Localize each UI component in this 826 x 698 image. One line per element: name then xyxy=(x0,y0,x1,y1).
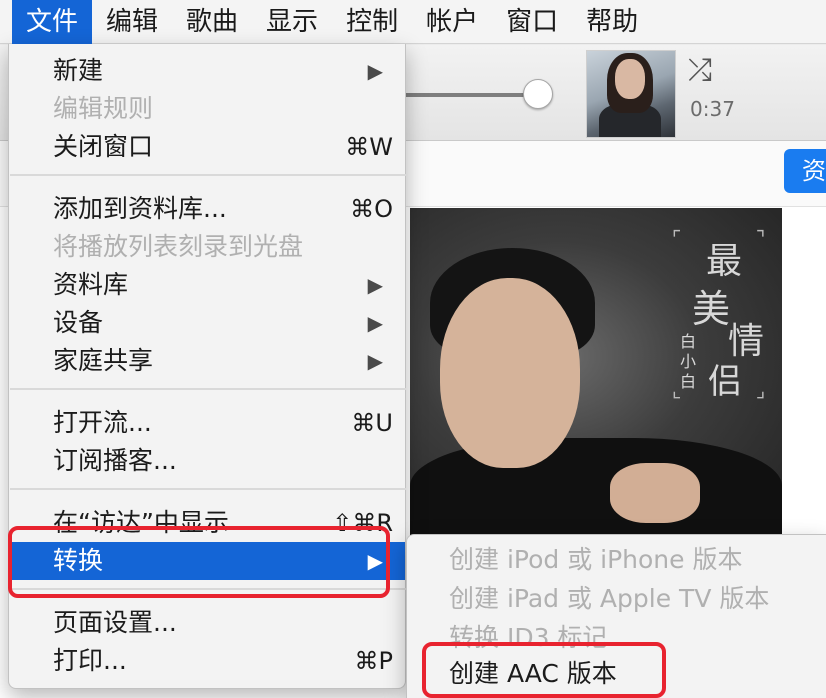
menu-help[interactable]: 帮助 xyxy=(572,0,652,44)
album-title-char: 最 xyxy=(706,241,743,282)
menu-item-library[interactable]: 资料库 ▶ xyxy=(9,266,405,304)
menu-item-edit-rules: 编辑规则 xyxy=(9,90,405,128)
menu-separator xyxy=(10,388,406,390)
menu-item-label: 编辑规则 xyxy=(53,94,154,123)
menu-item-label: 打印... xyxy=(53,646,127,675)
annotation-highlight-aac xyxy=(422,642,666,698)
menu-separator xyxy=(10,174,406,176)
volume-slider-knob[interactable] xyxy=(523,79,553,109)
menu-item-shortcut: ⌘P xyxy=(354,647,393,675)
library-button[interactable]: 资 xyxy=(784,149,826,193)
menu-item-shortcut: ⌘W xyxy=(345,133,393,161)
menu-item-label: 创建 iPad 或 Apple TV 版本 xyxy=(449,584,770,613)
menu-item-shortcut: ⌘O xyxy=(350,195,393,223)
menu-controls[interactable]: 控制 xyxy=(332,0,412,44)
menu-item-shortcut: ⌘U xyxy=(351,409,393,437)
artist-char: 白 xyxy=(680,372,697,391)
submenu-arrow-icon: ▶ xyxy=(367,311,383,335)
menu-item-burn-playlist: 将播放列表刻录到光盘 xyxy=(9,228,405,266)
menu-item-label: 将播放列表刻录到光盘 xyxy=(53,232,304,261)
submenu-item-ipad-version: 创建 iPad 或 Apple TV 版本 xyxy=(407,580,825,618)
menu-item-label: 新建 xyxy=(53,56,104,85)
menu-item-label: 添加到资料库... xyxy=(53,194,227,223)
album-title-char: 美 xyxy=(692,287,731,331)
menu-view[interactable]: 显示 xyxy=(252,0,332,44)
menu-file[interactable]: 文件 xyxy=(12,0,93,44)
menu-item-open-stream[interactable]: 打开流... ⌘U xyxy=(9,404,405,442)
menu-item-add-to-library[interactable]: 添加到资料库... ⌘O xyxy=(9,190,405,228)
menu-item-label: 设备 xyxy=(53,308,104,337)
annotation-highlight-convert xyxy=(8,526,390,598)
menu-item-label: 资料库 xyxy=(53,270,129,299)
elapsed-time: 0:37 xyxy=(690,97,735,121)
art-bracket: ⌜ xyxy=(672,226,682,250)
menu-item-label: 页面设置... xyxy=(53,608,177,637)
menu-window[interactable]: 窗口 xyxy=(492,0,572,44)
art-bracket: ⌟ xyxy=(756,378,766,402)
submenu-arrow-icon: ▶ xyxy=(367,273,383,297)
menu-item-print[interactable]: 打印... ⌘P xyxy=(9,642,405,680)
menu-item-label: 家庭共享 xyxy=(53,346,154,375)
menu-item-label: 关闭窗口 xyxy=(53,132,154,161)
menu-item-new[interactable]: 新建 ▶ xyxy=(9,52,405,90)
album-title-char: 侣 xyxy=(708,362,742,402)
menu-edit[interactable]: 编辑 xyxy=(92,0,172,44)
menu-separator xyxy=(10,488,406,490)
submenu-arrow-icon: ▶ xyxy=(367,59,383,83)
menu-item-close-window[interactable]: 关闭窗口 ⌘W xyxy=(9,128,405,166)
submenu-arrow-icon: ▶ xyxy=(367,349,383,373)
menu-item-label: 订阅播客... xyxy=(53,446,177,475)
art-bracket: ⌝ xyxy=(756,226,766,250)
album-artwork[interactable]: ⌜ ⌝ ⌞ ⌟ 最 美 情 侣 白 小 白 xyxy=(410,208,782,538)
menu-bar: 文件 编辑 歌曲 显示 控制 帐户 窗口 帮助 xyxy=(0,0,826,44)
menu-item-home-sharing[interactable]: 家庭共享 ▶ xyxy=(9,342,405,380)
submenu-item-ipod-version: 创建 iPod 或 iPhone 版本 xyxy=(407,541,825,579)
menu-account[interactable]: 帐户 xyxy=(412,0,492,44)
shuffle-icon[interactable]: ⤮ xyxy=(688,56,734,86)
now-playing-artwork[interactable] xyxy=(586,50,676,138)
menu-item-label: 打开流... xyxy=(53,408,152,437)
menu-item-devices[interactable]: 设备 ▶ xyxy=(9,304,405,342)
menu-song[interactable]: 歌曲 xyxy=(172,0,252,44)
menu-item-label: 创建 iPod 或 iPhone 版本 xyxy=(449,545,743,574)
menu-item-subscribe-podcast[interactable]: 订阅播客... xyxy=(9,442,405,480)
menu-item-page-setup[interactable]: 页面设置... xyxy=(9,604,405,642)
